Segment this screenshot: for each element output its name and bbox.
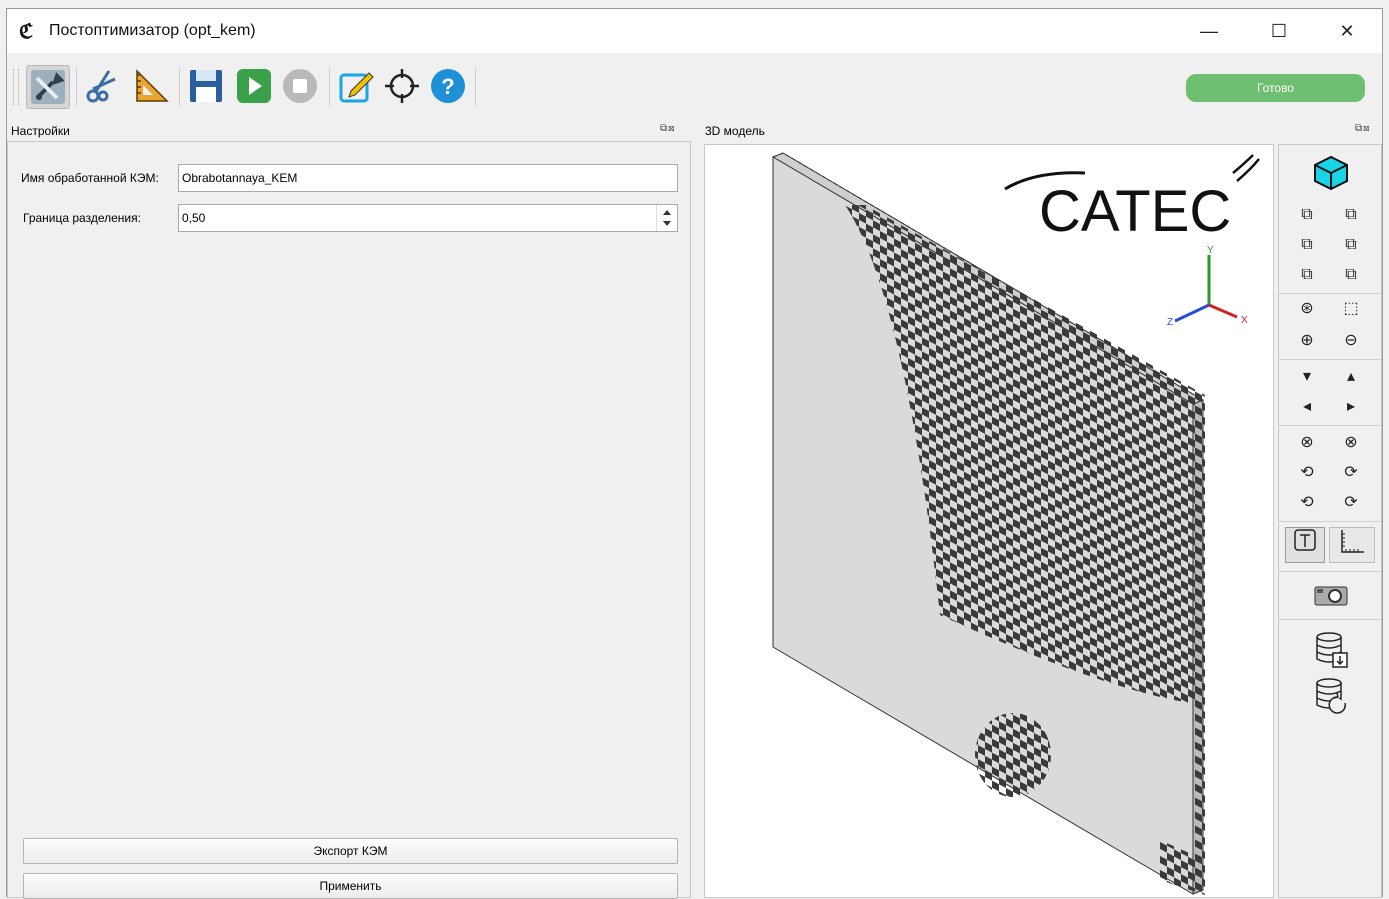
- model-panel-title: 3D модель: [705, 124, 765, 138]
- focus-button[interactable]: [381, 65, 425, 109]
- play-icon: [237, 69, 271, 103]
- toolbar-separator: [179, 67, 180, 107]
- separator: [1279, 619, 1381, 620]
- scissors-icon: [86, 70, 116, 103]
- toolbar-separator: [329, 67, 330, 107]
- model-panel-buttons[interactable]: ⧉⊠: [1355, 123, 1371, 134]
- app-logo-icon: ℭ: [19, 19, 34, 43]
- iso-view-cube-icon[interactable]: [1311, 153, 1351, 193]
- settings-tool-button[interactable]: [26, 65, 70, 109]
- app-window: ℭ Постоптимизатор (opt_kem) — ☐ ✕ ? Гото…: [6, 8, 1383, 899]
- database-refresh-icon[interactable]: [1309, 675, 1353, 715]
- crosshair-icon: [385, 69, 419, 103]
- view-back-icon[interactable]: ⧉: [1339, 203, 1363, 227]
- catec-logo: CATEC: [1004, 154, 1260, 244]
- settings-panel: Имя обработанной КЭМ: Obrabotannaya_KEM …: [7, 141, 691, 899]
- help-button[interactable]: ?: [427, 65, 471, 109]
- spin-arrows-icon[interactable]: [656, 205, 677, 231]
- rotate-y-plus-icon[interactable]: ⟳: [1339, 461, 1363, 485]
- zoom-fit-icon[interactable]: ⊛: [1295, 297, 1319, 321]
- settings-panel-buttons[interactable]: ⧉⊠: [660, 123, 676, 134]
- zoom-out-icon[interactable]: ⊖: [1339, 329, 1363, 353]
- tools-icon: [31, 70, 65, 104]
- pan-right-icon[interactable]: ▸: [1339, 395, 1363, 419]
- svg-text:?: ?: [441, 74, 454, 99]
- triangle-ruler-icon: [136, 69, 169, 102]
- screenshot-camera-icon[interactable]: [1309, 581, 1353, 609]
- pan-down-icon[interactable]: ▾: [1295, 365, 1319, 389]
- view-toolbar: ⧉ ⧉ ⧉ ⧉ ⧉ ⧉ ⊛ ⬚ ⊕ ⊖ ▾ ▴ ◂ ▸ ⊗ ⊗ ⟲ ⟳ ⟲ ⟳: [1278, 144, 1382, 898]
- boundary-value: 0,50: [182, 211, 206, 225]
- toolbar-separator: [76, 67, 77, 107]
- apply-button[interactable]: Применить: [23, 873, 678, 899]
- main-toolbar: ? Готово: [7, 53, 1382, 123]
- toolbar-separator: [475, 67, 476, 107]
- window-title: Постоптимизатор (opt_kem): [49, 22, 256, 39]
- view-top-icon[interactable]: ⧉: [1295, 263, 1319, 287]
- rotate-z-plus-icon[interactable]: ⟳: [1339, 491, 1363, 515]
- name-label: Имя обработанной КЭМ:: [21, 171, 159, 185]
- close-button[interactable]: ✕: [1312, 9, 1382, 53]
- edit-button[interactable]: [335, 65, 379, 109]
- cut-tool-button[interactable]: [81, 65, 125, 109]
- logo-text: CATEC: [1039, 179, 1231, 244]
- separator: [1279, 521, 1381, 522]
- plate-model: [771, 152, 1205, 895]
- rotate-z-minus-icon[interactable]: ⟲: [1295, 491, 1319, 515]
- view-right-icon[interactable]: ⧉: [1339, 233, 1363, 257]
- axis-x-label: X: [1241, 315, 1248, 326]
- save-button[interactable]: [185, 65, 229, 109]
- axis-triad: Y X Z: [1167, 245, 1248, 328]
- separator: [1279, 359, 1381, 360]
- rotate-y-minus-icon[interactable]: ⟲: [1295, 461, 1319, 485]
- minimize-button[interactable]: —: [1174, 9, 1244, 53]
- settings-panel-title: Настройки: [11, 124, 70, 138]
- stop-icon: [283, 69, 317, 103]
- measure-tool-button[interactable]: [129, 65, 173, 109]
- boundary-label: Граница разделения:: [23, 211, 141, 225]
- zoom-window-icon[interactable]: ⬚: [1339, 297, 1363, 321]
- help-icon: ?: [431, 69, 465, 103]
- axis-z-label: Z: [1167, 317, 1173, 328]
- view-bottom-icon[interactable]: ⧉: [1339, 263, 1363, 287]
- separator: [1279, 571, 1381, 572]
- name-input[interactable]: Obrabotannaya_KEM: [178, 164, 678, 192]
- ruler-toggle-icon[interactable]: [1329, 527, 1375, 563]
- boundary-spinbox[interactable]: 0,50: [178, 204, 678, 232]
- export-button[interactable]: Экспорт КЭМ: [23, 838, 678, 864]
- pan-left-icon[interactable]: ◂: [1295, 395, 1319, 419]
- pan-up-icon[interactable]: ▴: [1339, 365, 1363, 389]
- rotate-x-plus-icon[interactable]: ⊗: [1339, 431, 1363, 455]
- text-toggle-icon[interactable]: [1285, 527, 1325, 563]
- database-import-icon[interactable]: [1309, 629, 1353, 669]
- title-bar: ℭ Постоптимизатор (opt_kem) — ☐ ✕: [7, 9, 1382, 53]
- model-canvas: CATEC Y X Z: [771, 152, 1260, 895]
- view-front-icon[interactable]: ⧉: [1295, 203, 1319, 227]
- floppy-disk-icon: [190, 70, 222, 102]
- edit-pencil-icon: [339, 72, 374, 103]
- separator: [1279, 425, 1381, 426]
- zoom-in-icon[interactable]: ⊕: [1295, 329, 1319, 353]
- 3d-viewport[interactable]: CATEC Y X Z: [704, 144, 1274, 898]
- maximize-button[interactable]: ☐: [1244, 9, 1314, 53]
- run-button[interactable]: [233, 65, 277, 109]
- toolbar-grip[interactable]: [13, 69, 19, 105]
- axis-y-label: Y: [1207, 245, 1214, 256]
- status-badge: Готово: [1186, 74, 1365, 102]
- rotate-x-minus-icon[interactable]: ⊗: [1295, 431, 1319, 455]
- separator: [1279, 293, 1381, 294]
- stop-button[interactable]: [279, 65, 323, 109]
- view-left-icon[interactable]: ⧉: [1295, 233, 1319, 257]
